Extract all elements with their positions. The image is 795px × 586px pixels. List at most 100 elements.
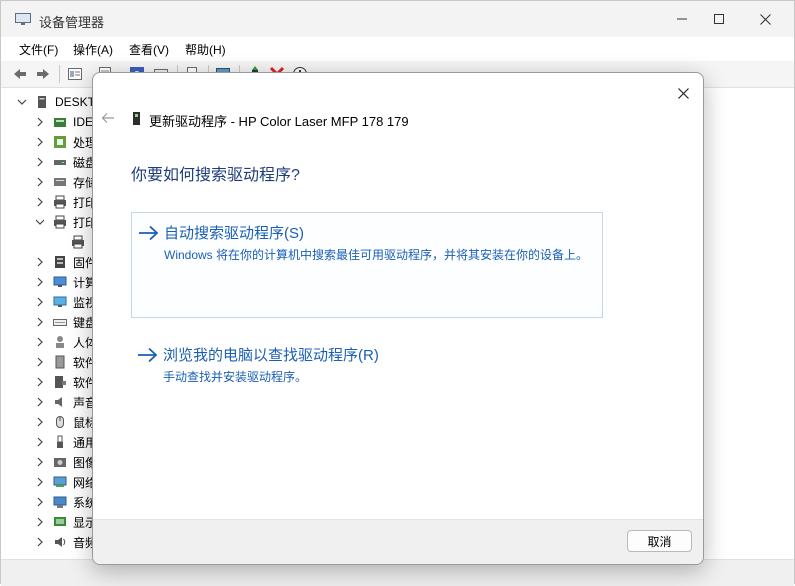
tree-item[interactable]: 软件 <box>35 372 97 392</box>
dialog-title: 更新驱动程序 - HP Color Laser MFP 178 179 <box>149 114 409 129</box>
display-icon <box>54 517 66 526</box>
chevron-right-icon[interactable] <box>35 257 45 267</box>
tree-item[interactable]: 存储 <box>35 172 97 192</box>
window-title: 设备管理器 <box>39 15 105 30</box>
menu-view[interactable]: 查看(V) <box>129 41 169 58</box>
sound-icon <box>55 397 62 407</box>
software-icon <box>55 355 65 369</box>
arrow-right-icon <box>138 347 158 363</box>
back-button[interactable] <box>99 109 117 127</box>
chevron-right-icon[interactable] <box>35 317 45 327</box>
tree-root-label: DESKT <box>55 95 96 109</box>
tree-item[interactable]: 打印 <box>35 192 97 212</box>
tree-item-expanded[interactable]: 打印 <box>35 212 97 232</box>
chevron-right-icon[interactable] <box>35 537 45 547</box>
chevron-right-icon[interactable] <box>35 277 45 287</box>
menu-bar: 文件(F) 操作(A) 查看(V) 帮助(H) <box>1 38 794 60</box>
chevron-right-icon[interactable] <box>35 437 45 447</box>
tree-item[interactable]: 图像 <box>35 452 97 472</box>
chevron-right-icon[interactable] <box>35 357 45 367</box>
tree-item[interactable]: 监视 <box>35 292 97 312</box>
title-bar: 设备管理器 <box>1 1 794 37</box>
ide-icon <box>54 118 66 127</box>
close-icon <box>677 87 689 99</box>
imaging-icon <box>54 458 66 467</box>
system-icon <box>53 496 67 508</box>
chevron-right-icon[interactable] <box>35 417 45 427</box>
close-window-button[interactable] <box>742 1 788 37</box>
tree-item[interactable]: 系统 <box>35 492 97 512</box>
device-icon <box>133 112 140 125</box>
tree-item[interactable]: 鼠标 <box>35 412 97 432</box>
tree-item[interactable]: 音频 <box>35 532 97 552</box>
hid-icon <box>56 336 64 348</box>
chevron-right-icon[interactable] <box>35 397 45 407</box>
back-arrow-icon <box>101 113 114 123</box>
chevron-right-icon[interactable] <box>35 117 45 127</box>
printer-device-icon <box>72 235 84 249</box>
tree-root[interactable]: DESKT <box>17 92 95 112</box>
tree-item[interactable]: 通用 <box>35 432 97 452</box>
chevron-right-icon[interactable] <box>35 477 45 487</box>
chevron-down-icon[interactable] <box>17 97 27 107</box>
chevron-right-icon[interactable] <box>35 337 45 347</box>
keyboard-icon <box>53 319 67 326</box>
browse-computer-title: 浏览我的电脑以查找驱动程序(R) <box>163 347 379 364</box>
firmware-icon <box>55 256 65 268</box>
dialog-heading: 你要如何搜索驱动程序? <box>131 167 300 184</box>
disk-icon <box>54 160 66 165</box>
chevron-right-icon[interactable] <box>35 177 45 187</box>
menu-file[interactable]: 文件(F) <box>19 41 58 58</box>
computer-icon <box>38 96 46 108</box>
cancel-button[interactable]: 取消 <box>627 530 692 552</box>
update-driver-dialog: 更新驱动程序 - HP Color Laser MFP 178 179 你要如何… <box>92 72 704 565</box>
minimize-icon <box>677 18 687 20</box>
printer-icon <box>54 215 66 229</box>
tree-item[interactable]: 计算 <box>35 272 97 292</box>
maximize-icon <box>714 14 724 24</box>
device-manager-icon <box>15 13 31 25</box>
auto-search-title: 自动搜索驱动程序(S) <box>164 225 304 242</box>
tree-item[interactable]: 磁盘 <box>35 152 97 172</box>
tree-item[interactable]: 人体 <box>35 332 97 352</box>
tree-child-device[interactable] <box>71 232 91 252</box>
auto-search-description: Windows 将在你的计算机中搜索最佳可用驱动程序，并将其安装在你的设备上。 <box>164 248 589 262</box>
properties-icon[interactable] <box>67 66 83 82</box>
auto-search-option[interactable]: 自动搜索驱动程序(S) Windows 将在你的计算机中搜索最佳可用驱动程序，并… <box>131 212 603 318</box>
mouse-icon <box>56 416 64 428</box>
tree-item[interactable]: 网络 <box>35 472 97 492</box>
maximize-button[interactable] <box>696 1 742 37</box>
chevron-down-icon[interactable] <box>35 217 45 227</box>
chevron-right-icon[interactable] <box>35 497 45 507</box>
chevron-right-icon[interactable] <box>35 297 45 307</box>
tree-item[interactable]: IDE <box>35 112 93 132</box>
chevron-right-icon[interactable] <box>35 457 45 467</box>
forward-icon[interactable] <box>35 66 51 82</box>
software-component-icon <box>55 376 66 388</box>
tree-item[interactable]: 显示 <box>35 512 97 532</box>
menu-action[interactable]: 操作(A) <box>73 41 113 58</box>
tree-item[interactable]: 处理 <box>35 132 97 152</box>
close-icon <box>759 13 771 25</box>
chevron-right-icon[interactable] <box>35 517 45 527</box>
storage-icon <box>54 178 66 186</box>
tree-item[interactable]: 键盘 <box>35 312 97 332</box>
printer-icon <box>54 195 66 209</box>
dialog-footer: 取消 <box>93 519 703 564</box>
dialog-close-button[interactable] <box>669 79 697 107</box>
tree-item[interactable]: 固件 <box>35 252 97 272</box>
browse-computer-description: 手动查找并安装驱动程序。 <box>163 370 308 384</box>
chevron-right-icon[interactable] <box>35 197 45 207</box>
tree-item[interactable]: 软件 <box>35 352 97 372</box>
back-icon[interactable] <box>12 66 28 82</box>
chevron-right-icon[interactable] <box>35 157 45 167</box>
tree-item-label: IDE <box>73 115 94 129</box>
menu-help[interactable]: 帮助(H) <box>185 41 226 58</box>
browse-computer-option[interactable]: 浏览我的电脑以查找驱动程序(R) 手动查找并安装驱动程序。 <box>131 335 603 395</box>
chevron-right-icon[interactable] <box>35 377 45 387</box>
computer-icon <box>53 276 67 287</box>
network-icon <box>53 476 67 487</box>
tree-item[interactable]: 声音 <box>35 392 97 412</box>
chevron-right-icon[interactable] <box>35 137 45 147</box>
arrow-right-icon <box>139 225 159 241</box>
